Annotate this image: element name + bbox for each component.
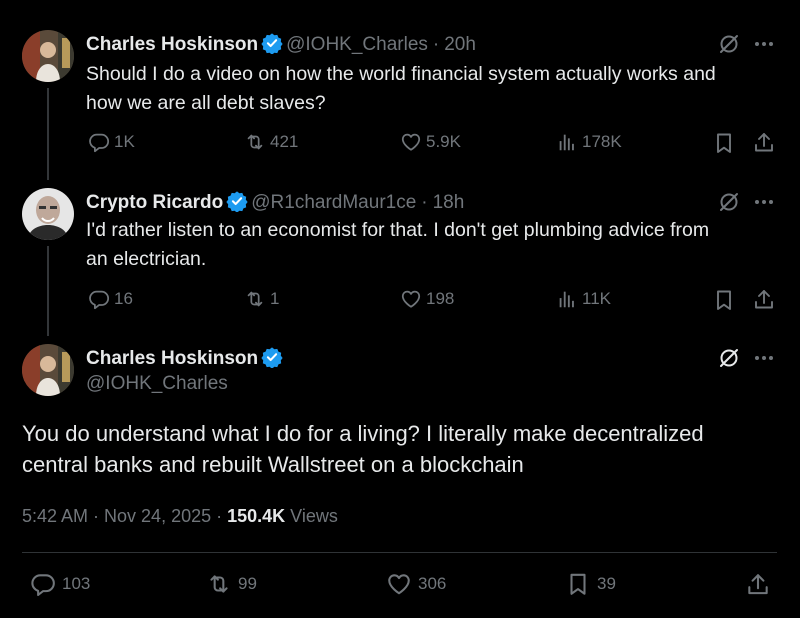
like-icon [400, 131, 422, 153]
repost-button[interactable]: 421 [244, 131, 298, 153]
grok-icon[interactable] [717, 346, 741, 370]
share-icon[interactable] [752, 131, 776, 155]
repost-icon [244, 131, 266, 153]
bookmark-icon[interactable] [712, 288, 736, 312]
avatar[interactable] [22, 30, 74, 82]
bookmark-icon[interactable] [712, 131, 736, 155]
like-count: 198 [426, 289, 455, 308]
tweet-text-line: You do understand what I do for a living… [22, 421, 704, 446]
thread-line [47, 246, 49, 336]
thread-line [47, 88, 49, 180]
avatar[interactable] [22, 344, 74, 396]
more-icon[interactable] [752, 32, 776, 56]
time-separator: · [432, 34, 440, 55]
author-handle[interactable]: @R1chardMaur1ce [251, 192, 416, 213]
more-icon[interactable] [752, 346, 776, 370]
author-name[interactable]: Charles Hoskinson [86, 34, 258, 55]
tweet-text-line: I'd rather listen to an economist for th… [86, 219, 710, 241]
like-button[interactable]: 198 [400, 288, 454, 310]
tweet-time[interactable]: 20h [444, 34, 476, 55]
verified-badge-icon [261, 346, 283, 368]
avatar[interactable] [22, 188, 74, 240]
views-count: 11K [582, 289, 611, 308]
author-name[interactable]: Crypto Ricardo [86, 192, 223, 213]
views-button[interactable]: 11K [556, 288, 611, 310]
repost-count: 99 [238, 574, 257, 593]
views-icon [556, 288, 578, 310]
main-tweet-text: You do understand what I do for a living… [22, 418, 704, 480]
repost-icon [206, 571, 232, 597]
tweet-timestamp[interactable]: 5:42 AM · Nov 24, 2025 [22, 506, 211, 526]
reply-icon [88, 288, 110, 310]
tweet-text-line: Should I do a video on how the world fin… [86, 63, 716, 85]
reply-count: 16 [114, 289, 133, 308]
repost-count: 1 [270, 289, 280, 308]
time-separator: · [421, 192, 428, 213]
reply-icon [30, 571, 56, 597]
views-count: 150.4K [227, 506, 286, 526]
separator: · [216, 506, 223, 526]
like-icon [386, 571, 412, 597]
tweet-text: I'd rather listen to an economist for th… [86, 216, 709, 274]
tweet-text-line: an electrician. [86, 248, 207, 270]
repost-button[interactable]: 99 [206, 571, 257, 597]
bookmark-button[interactable]: 39 [565, 571, 616, 597]
repost-icon [244, 288, 266, 310]
repost-button[interactable]: 1 [244, 288, 279, 310]
share-icon[interactable] [752, 288, 776, 312]
tweet-text-line: how we are all debt slaves? [86, 92, 326, 114]
share-icon[interactable] [745, 572, 771, 598]
reply-button[interactable]: 16 [88, 288, 133, 310]
reply-count: 1K [114, 132, 135, 151]
reply-icon [88, 131, 110, 153]
grok-icon[interactable] [717, 32, 741, 56]
tweet-time[interactable]: 18h [433, 192, 465, 213]
bookmark-count: 39 [597, 574, 616, 593]
tweet-text: Should I do a video on how the world fin… [86, 60, 716, 118]
verified-badge-icon [226, 190, 248, 212]
reply-button[interactable]: 103 [30, 571, 90, 597]
reply-button[interactable]: 1K [88, 131, 135, 153]
grok-icon[interactable] [717, 190, 741, 214]
reply-count: 103 [62, 574, 91, 593]
views-button[interactable]: 178K [556, 131, 622, 153]
bookmark-icon [565, 571, 591, 597]
like-count: 5.9K [426, 132, 461, 151]
like-icon [400, 288, 422, 310]
like-button[interactable]: 5.9K [400, 131, 461, 153]
author-handle[interactable]: @IOHK_Charles [86, 373, 228, 395]
views-label: Views [290, 506, 338, 526]
author-handle[interactable]: @IOHK_Charles [286, 34, 428, 55]
verified-badge-icon [261, 32, 283, 54]
like-count: 306 [418, 574, 447, 593]
views-icon [556, 131, 578, 153]
more-icon[interactable] [752, 190, 776, 214]
author-name[interactable]: Charles Hoskinson [86, 348, 258, 369]
like-button[interactable]: 306 [386, 571, 446, 597]
divider [22, 552, 777, 553]
repost-count: 421 [270, 132, 299, 151]
views-count: 178K [582, 132, 622, 151]
tweet-text-line: central banks and rebuilt Wallstreet on … [22, 452, 524, 477]
